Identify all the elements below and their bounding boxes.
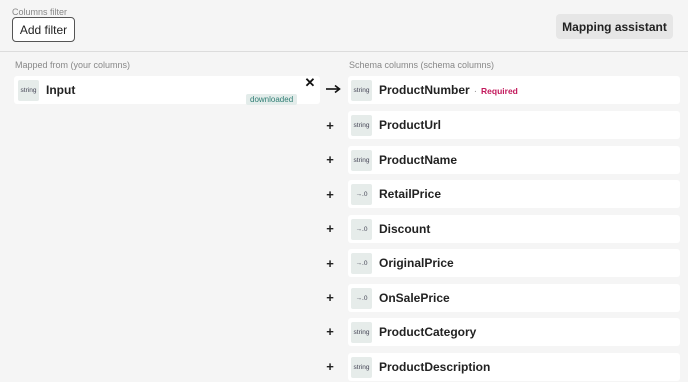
schema-column-name: OnSalePrice bbox=[379, 291, 450, 305]
schema-row-productname[interactable]: string ProductName bbox=[348, 146, 680, 174]
schema-row-originalprice[interactable]: →.0 OriginalPrice bbox=[348, 249, 680, 277]
schema-row-discount[interactable]: →.0 Discount bbox=[348, 215, 680, 243]
schema-row-productdescription[interactable]: string ProductDescription bbox=[348, 353, 680, 381]
schema-column-name: ProductUrl bbox=[379, 118, 442, 132]
schema-column-name: RetailPrice bbox=[379, 187, 442, 201]
columns-filter-label: Columns filter bbox=[12, 7, 68, 17]
source-column-name: Input bbox=[46, 83, 76, 97]
schema-column-name: ProductCategory bbox=[379, 325, 477, 339]
schema-column-label: ProductNumber bbox=[379, 83, 470, 97]
close-icon[interactable]: ✕ bbox=[304, 76, 316, 89]
required-badge: Required bbox=[481, 86, 518, 96]
type-badge: →.0 bbox=[351, 288, 372, 309]
plus-icon[interactable]: + bbox=[325, 222, 335, 235]
mapped-from-label: Mapped from (your columns) bbox=[15, 60, 131, 70]
type-badge: →.0 bbox=[351, 184, 372, 205]
schema-column-name: OriginalPrice bbox=[379, 256, 454, 270]
schema-columns-label: Schema columns (schema columns) bbox=[349, 60, 495, 70]
mapping-assistant-button[interactable]: Mapping assistant bbox=[556, 14, 673, 39]
toolbar: Columns filter Add filter Mapping assist… bbox=[0, 0, 688, 52]
schema-row-retailprice[interactable]: →.0 RetailPrice bbox=[348, 180, 680, 208]
plus-icon[interactable]: + bbox=[325, 325, 335, 338]
schema-row-productcategory[interactable]: string ProductCategory bbox=[348, 318, 680, 346]
plus-icon[interactable]: + bbox=[325, 360, 335, 373]
type-badge: string bbox=[351, 80, 372, 101]
arrow-right-icon bbox=[326, 84, 341, 94]
type-badge: string bbox=[351, 322, 372, 343]
schema-column-name: ProductName bbox=[379, 153, 458, 167]
separator: · bbox=[473, 86, 478, 97]
plus-icon[interactable]: + bbox=[325, 291, 335, 304]
schema-row-productnumber[interactable]: string ProductNumber · Required bbox=[348, 76, 680, 104]
schema-column-name: Discount bbox=[379, 222, 431, 236]
type-badge: string bbox=[18, 80, 39, 101]
schema-row-onsaleprice[interactable]: →.0 OnSalePrice bbox=[348, 284, 680, 312]
plus-icon[interactable]: + bbox=[325, 119, 335, 132]
schema-column-name: ProductDescription bbox=[379, 360, 491, 374]
downloaded-tag: downloaded bbox=[246, 94, 298, 105]
type-badge: string bbox=[351, 115, 372, 136]
plus-icon[interactable]: + bbox=[325, 153, 335, 166]
schema-row-producturl[interactable]: string ProductUrl bbox=[348, 111, 680, 139]
type-badge: →.0 bbox=[351, 253, 372, 274]
type-badge: string bbox=[351, 357, 372, 378]
add-filter-button[interactable]: Add filter bbox=[12, 17, 75, 42]
type-badge: →.0 bbox=[351, 219, 372, 240]
plus-icon[interactable]: + bbox=[325, 257, 335, 270]
plus-icon[interactable]: + bbox=[325, 188, 335, 201]
schema-column-name: ProductNumber · Required bbox=[379, 83, 518, 97]
type-badge: string bbox=[351, 150, 372, 171]
